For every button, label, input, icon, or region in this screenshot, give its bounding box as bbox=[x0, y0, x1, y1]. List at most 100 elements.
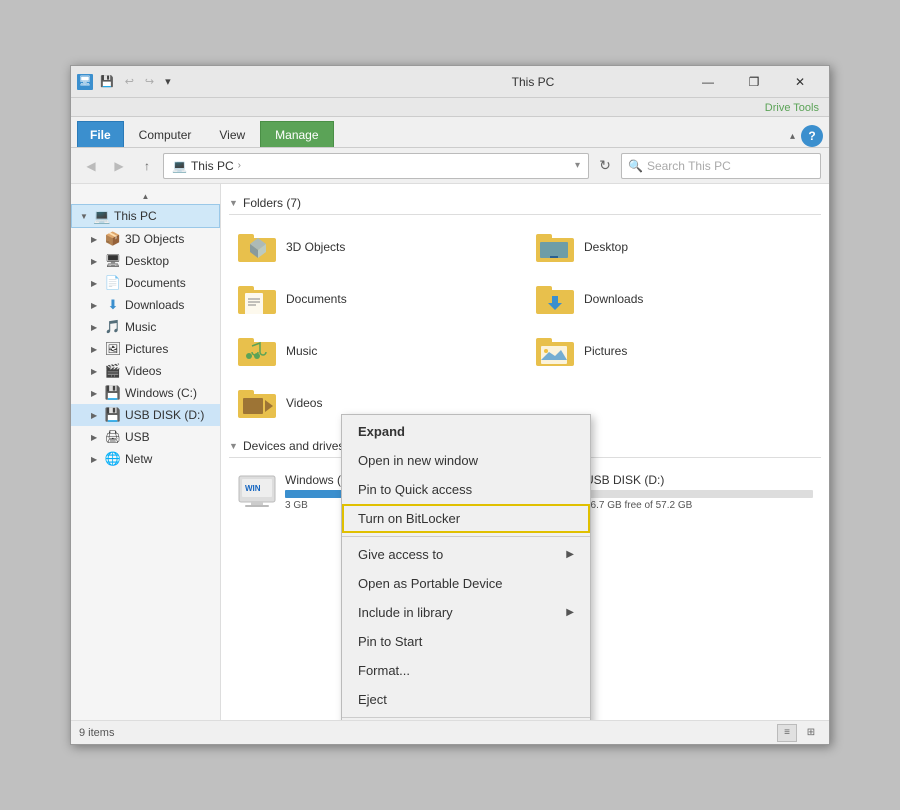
minimize-button[interactable]: — bbox=[685, 66, 731, 98]
this-pc-icon: 💻 bbox=[94, 208, 110, 224]
status-bar: 9 items ≡ ⊞ bbox=[71, 720, 829, 744]
help-button[interactable]: ? bbox=[801, 125, 823, 147]
sidebar-item-3d-objects[interactable]: ▶ 📦 3D Objects bbox=[71, 228, 220, 250]
ctx-pin-quick-access[interactable]: Pin to Quick access bbox=[342, 475, 590, 504]
sidebar-item-usb[interactable]: ▶ 🖨 USB bbox=[71, 426, 220, 448]
section-chevron: ▼ bbox=[229, 198, 239, 208]
drive-c-icon: 💾 bbox=[105, 385, 121, 401]
title-bar: 🖥 💾 ↩ ↪ ▾ This PC — ❐ ✕ bbox=[71, 66, 829, 98]
windows-c-icon: WIN bbox=[237, 472, 277, 512]
ctx-eject[interactable]: Eject bbox=[342, 685, 590, 714]
tab-view[interactable]: View bbox=[206, 121, 258, 147]
usb2-icon: 🖨 bbox=[105, 429, 121, 445]
sidebar: ▲ ▼ 💻 This PC ▶ 📦 3D Objects ▶ 🖥 Desktop… bbox=[71, 184, 221, 720]
ctx-give-access[interactable]: Give access to ▶ bbox=[342, 540, 590, 569]
sidebar-item-network[interactable]: ▶ 🌐 Netw bbox=[71, 448, 220, 470]
ctx-divider-1 bbox=[342, 536, 590, 537]
tab-file[interactable]: File bbox=[77, 121, 124, 147]
videos-folder-icon bbox=[238, 386, 278, 420]
quick-access-redo[interactable]: ↪ bbox=[141, 73, 158, 90]
search-icon: 🔍 bbox=[628, 159, 643, 173]
sidebar-label: 3D Objects bbox=[125, 232, 184, 246]
back-button[interactable]: ◀ bbox=[79, 154, 103, 178]
drive-tools-label: Drive Tools bbox=[765, 102, 823, 116]
sidebar-item-desktop[interactable]: ▶ 🖥 Desktop bbox=[71, 250, 220, 272]
ctx-include-library[interactable]: Include in library ▶ bbox=[342, 598, 590, 627]
refresh-button[interactable]: ↻ bbox=[593, 154, 617, 178]
folder-music[interactable]: Music bbox=[229, 327, 523, 375]
pictures-icon: 🖼 bbox=[105, 341, 121, 357]
folder-pictures[interactable]: Pictures bbox=[527, 327, 821, 375]
sidebar-item-music[interactable]: ▶ 🎵 Music bbox=[71, 316, 220, 338]
network-icon: 🌐 bbox=[105, 451, 121, 467]
path-icon: 💻 bbox=[172, 159, 187, 173]
sidebar-label: USB DISK (D:) bbox=[125, 408, 204, 422]
folders-section-header: ▼ Folders (7) bbox=[229, 192, 821, 215]
large-icons-view-button[interactable]: ⊞ bbox=[801, 724, 821, 742]
chevron-icon: ▶ bbox=[91, 301, 101, 310]
this-pc-label: This PC bbox=[114, 209, 157, 223]
up-button[interactable]: ↑ bbox=[135, 154, 159, 178]
ctx-pin-start[interactable]: Pin to Start bbox=[342, 627, 590, 656]
path-text: This PC bbox=[191, 159, 234, 173]
chevron-icon: ▶ bbox=[91, 323, 101, 332]
sidebar-scroll-up[interactable]: ▲ bbox=[71, 188, 220, 204]
ctx-turn-on-bitlocker[interactable]: Turn on BitLocker bbox=[342, 504, 590, 533]
downloads-icon: ⬇ bbox=[105, 297, 121, 313]
music-folder-icon bbox=[238, 334, 278, 368]
sidebar-label: Downloads bbox=[125, 298, 184, 312]
address-bar: ◀ ▶ ↑ 💻 This PC › ▾ ↻ 🔍 Search This PC bbox=[71, 148, 829, 184]
sidebar-label: Desktop bbox=[125, 254, 169, 268]
chevron-icon: ▶ bbox=[91, 433, 101, 442]
quick-access-dropdown[interactable]: ▾ bbox=[161, 73, 175, 90]
folder-name: Music bbox=[286, 344, 317, 358]
forward-button[interactable]: ▶ bbox=[107, 154, 131, 178]
path-dropdown[interactable]: ▾ bbox=[575, 160, 580, 171]
ctx-open-new-window[interactable]: Open in new window bbox=[342, 446, 590, 475]
ctx-format[interactable]: Format... bbox=[342, 656, 590, 685]
sidebar-label: USB bbox=[125, 430, 150, 444]
folders-grid: 3D Objects Desktop bbox=[229, 223, 821, 427]
sidebar-item-videos[interactable]: ▶ 🎬 Videos bbox=[71, 360, 220, 382]
sidebar-label: Videos bbox=[125, 364, 161, 378]
context-menu: Expand Open in new window Pin to Quick a… bbox=[341, 414, 591, 720]
tab-computer[interactable]: Computer bbox=[126, 121, 205, 147]
quick-access-undo[interactable]: ↩ bbox=[121, 73, 138, 90]
submenu-arrow: ▶ bbox=[566, 607, 574, 618]
3d-objects-folder-icon bbox=[238, 230, 278, 264]
search-box[interactable]: 🔍 Search This PC bbox=[621, 153, 821, 179]
sidebar-item-documents[interactable]: ▶ 📄 Documents bbox=[71, 272, 220, 294]
sidebar-item-downloads[interactable]: ▶ ⬇ Downloads bbox=[71, 294, 220, 316]
device-usb-info: USB DISK (D:) 56.7 GB free of 57.2 GB bbox=[585, 473, 813, 511]
device-usb-space: 56.7 GB free of 57.2 GB bbox=[585, 500, 813, 511]
folder-name: 3D Objects bbox=[286, 240, 345, 254]
folder-name: Downloads bbox=[584, 292, 643, 306]
submenu-arrow: ▶ bbox=[566, 549, 574, 560]
address-path[interactable]: 💻 This PC › ▾ bbox=[163, 153, 589, 179]
folder-3d-objects[interactable]: 3D Objects bbox=[229, 223, 523, 271]
ctx-open-portable[interactable]: Open as Portable Device bbox=[342, 569, 590, 598]
ribbon-collapse-chevron[interactable]: ▴ bbox=[790, 131, 795, 142]
ribbon: File Computer View Manage ▴ ? bbox=[71, 117, 829, 148]
maximize-button[interactable]: ❐ bbox=[731, 66, 777, 98]
details-view-button[interactable]: ≡ bbox=[777, 724, 797, 742]
quick-access-save[interactable]: 💾 bbox=[96, 73, 118, 90]
pictures-folder-icon bbox=[536, 334, 576, 368]
folder-desktop[interactable]: Desktop bbox=[527, 223, 821, 271]
items-count: 9 items bbox=[79, 727, 114, 739]
title-bar-left: 🖥 💾 ↩ ↪ ▾ bbox=[77, 73, 381, 90]
tab-manage[interactable]: Manage bbox=[260, 121, 333, 147]
sidebar-item-pictures[interactable]: ▶ 🖼 Pictures bbox=[71, 338, 220, 360]
folder-documents[interactable]: Documents bbox=[229, 275, 523, 323]
ctx-expand[interactable]: Expand bbox=[342, 417, 590, 446]
chevron-icon: ▶ bbox=[91, 367, 101, 376]
chevron-icon: ▼ bbox=[80, 212, 90, 221]
window-controls: — ❐ ✕ bbox=[685, 66, 823, 98]
sidebar-item-this-pc[interactable]: ▼ 💻 This PC bbox=[71, 204, 220, 228]
close-button[interactable]: ✕ bbox=[777, 66, 823, 98]
sidebar-item-windows-c[interactable]: ▶ 💾 Windows (C:) bbox=[71, 382, 220, 404]
app-icon: 🖥 bbox=[77, 74, 93, 90]
sidebar-item-usb-disk[interactable]: ▶ 💾 USB DISK (D:) bbox=[71, 404, 220, 426]
sidebar-label: Documents bbox=[125, 276, 186, 290]
folder-downloads[interactable]: Downloads bbox=[527, 275, 821, 323]
